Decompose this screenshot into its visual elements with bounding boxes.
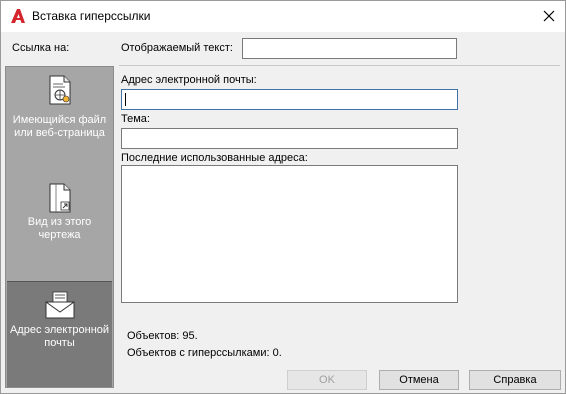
- autocad-a-icon: [10, 8, 26, 24]
- drawing-view-icon: [49, 183, 70, 213]
- help-button[interactable]: Справка: [469, 370, 561, 390]
- ok-button[interactable]: OK: [287, 370, 367, 390]
- close-button[interactable]: [533, 1, 565, 32]
- display-text-label: Отображаемый текст:: [121, 42, 233, 54]
- sidebar-item-label: Адрес электронной почты: [9, 324, 110, 349]
- link-type-panel: Имеющийся файл или веб-страница Вид из э…: [5, 66, 114, 388]
- subject-label: Тема:: [121, 113, 150, 125]
- sidebar-item-label: Имеющийся файл или веб-страница: [12, 114, 107, 139]
- cancel-button[interactable]: Отмена: [379, 370, 459, 390]
- sidebar-item-label: Вид из этого чертежа: [27, 216, 92, 241]
- email-input[interactable]: [121, 89, 458, 110]
- objects-with-links-count: Объектов с гиперссылками: 0.: [127, 347, 282, 359]
- close-icon: [543, 10, 555, 22]
- dialog-title: Вставка гиперссылки: [32, 9, 151, 23]
- subject-input[interactable]: [121, 128, 458, 149]
- hyperlink-dialog: Вставка гиперссылки Ссылка на: Имеющийся…: [0, 0, 566, 394]
- email-icon: [45, 291, 74, 319]
- email-label: Адрес электронной почты:: [121, 74, 257, 86]
- sidebar-item-drawing-view[interactable]: Вид из этого чертежа: [7, 183, 112, 277]
- objects-count: Объектов: 95.: [127, 330, 198, 342]
- recent-addresses-label: Последние использованные адреса:: [121, 152, 308, 164]
- display-text-input[interactable]: [242, 38, 457, 59]
- recent-addresses-list[interactable]: [121, 165, 458, 303]
- link-to-label: Ссылка на:: [12, 42, 70, 54]
- divider: [119, 65, 560, 66]
- file-web-icon: [49, 75, 70, 105]
- title-bar: Вставка гиперссылки: [1, 1, 565, 32]
- sidebar-item-existing-file[interactable]: Имеющийся файл или веб-страница: [7, 75, 112, 179]
- text-caret: [125, 93, 126, 106]
- sidebar-item-email[interactable]: Адрес электронной почты: [7, 281, 112, 387]
